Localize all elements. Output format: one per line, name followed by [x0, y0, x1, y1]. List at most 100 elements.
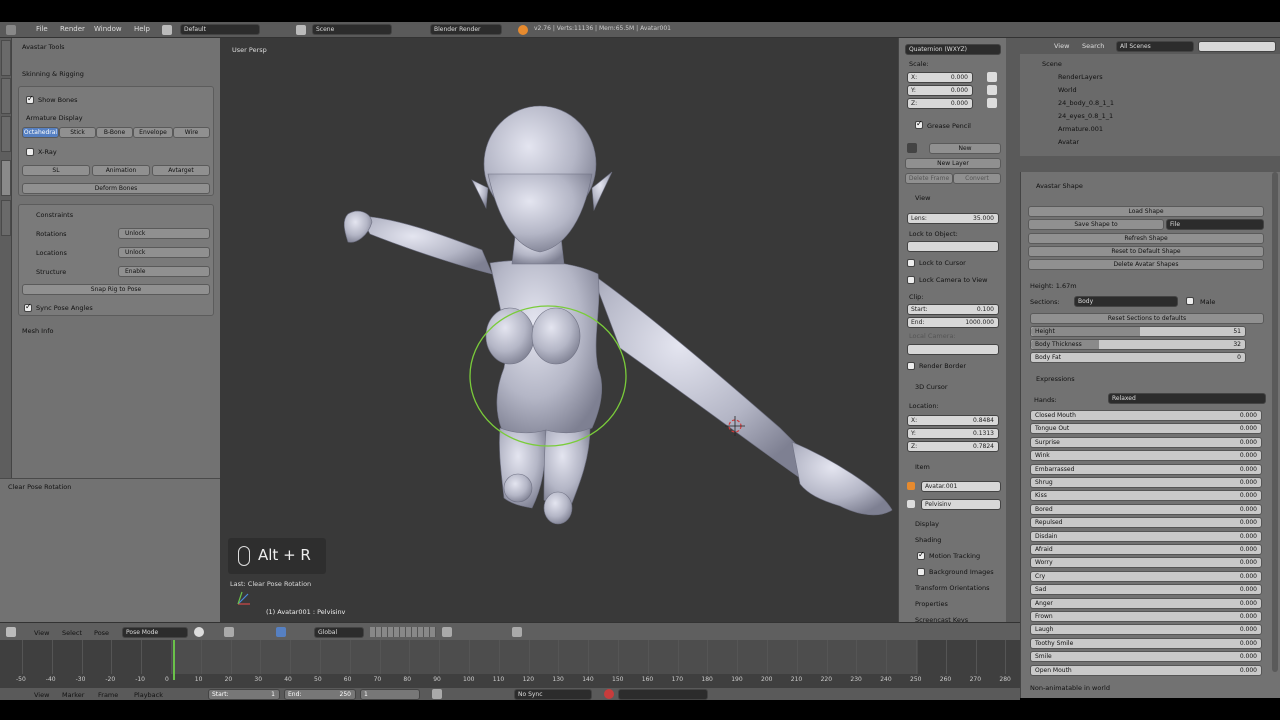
tab-avatar[interactable] [1, 160, 11, 196]
avatar-mesh[interactable] [343, 105, 893, 525]
timeline-menu-view[interactable]: View [34, 691, 49, 699]
render-icon[interactable] [512, 627, 522, 637]
avastar-tools-header[interactable]: Avastar Tools [22, 43, 65, 51]
expression-slider[interactable]: Afraid 0.000 [1030, 544, 1262, 555]
hands-select[interactable]: Relaxed [1108, 393, 1266, 404]
menu-pose[interactable]: Pose [94, 629, 109, 637]
item-object-field[interactable]: Avatar.001 [921, 481, 1001, 492]
shading-icon[interactable] [194, 627, 204, 637]
properties-scrollbar[interactable] [1272, 172, 1278, 672]
expression-slider[interactable]: Wink 0.000 [1030, 450, 1262, 462]
expression-slider[interactable]: Open Mouth 0.000 [1030, 664, 1262, 676]
expression-slider[interactable]: Anger 0.000 [1030, 597, 1262, 609]
timeline-menu-frame[interactable]: Frame [98, 691, 118, 699]
3d-viewport[interactable]: User Persp Alt + R Last: Clear Pose Rota… [220, 38, 898, 622]
display-header[interactable]: Display [915, 520, 939, 528]
body-slider[interactable]: Body Thickness 32 [1030, 339, 1246, 350]
expression-slider[interactable]: Surprise 0.000 [1030, 436, 1262, 448]
tab-animation[interactable] [1, 200, 11, 236]
male-checkbox[interactable] [1186, 297, 1194, 305]
item-header[interactable]: Item [915, 463, 930, 471]
expression-slider[interactable]: Kiss 0.000 [1030, 490, 1262, 502]
rotation-mode-select[interactable]: Quaternion (WXYZ) [905, 44, 1001, 55]
locations-dropdown[interactable]: Unlock [118, 247, 210, 258]
orientation-select[interactable]: Global [314, 627, 364, 638]
expression-slider[interactable]: Frown 0.000 [1030, 611, 1262, 622]
show-bones-checkbox[interactable] [26, 94, 34, 104]
outliner-row[interactable]: World [1058, 86, 1077, 94]
end-frame-field[interactable]: End: 250 [284, 689, 356, 700]
sync-pose-checkbox[interactable] [24, 302, 32, 312]
n-panel-scrollbar[interactable] [1006, 38, 1020, 622]
save-target-select[interactable]: File [1166, 219, 1264, 230]
expression-slider[interactable]: Cry 0.000 [1030, 570, 1262, 582]
item-bone-field[interactable]: Pelvisinv [921, 499, 1001, 510]
expression-slider[interactable]: Worry 0.000 [1030, 557, 1262, 569]
scale-y[interactable]: Y: 0.000 [907, 85, 973, 96]
pivot-icon[interactable] [224, 627, 234, 637]
scale-z[interactable]: Z: 0.000 [907, 98, 973, 109]
cursor-z-field[interactable]: Z: 0.7824 [907, 441, 999, 452]
local-camera-field[interactable] [907, 344, 999, 355]
expression-slider[interactable]: Closed Mouth 0.000 [1030, 410, 1262, 421]
timeline-menu-marker[interactable]: Marker [62, 691, 84, 699]
menu-help[interactable]: Help [134, 25, 150, 33]
menu-select[interactable]: Select [62, 629, 82, 637]
scene-icon[interactable] [296, 25, 306, 35]
expression-slider[interactable]: Disdain 0.000 [1030, 530, 1262, 542]
render-engine-select[interactable]: Blender Render [430, 24, 502, 35]
outliner-row[interactable]: RenderLayers [1058, 73, 1103, 81]
info-editor-icon[interactable] [6, 25, 16, 35]
lock-icon[interactable] [442, 627, 452, 637]
lens-field[interactable]: Lens: 35.000 [907, 213, 999, 224]
lock-cursor-checkbox[interactable] [907, 259, 915, 267]
expression-slider[interactable]: Laugh 0.000 [1030, 624, 1262, 636]
xray-checkbox[interactable] [26, 148, 34, 156]
bone-group-avtarget[interactable]: Avtarget [152, 165, 210, 176]
outliner-menu-search[interactable]: Search [1082, 42, 1104, 50]
current-frame-field[interactable]: 1 [360, 689, 420, 700]
lock-z-icon[interactable] [987, 98, 997, 108]
load-shape-button[interactable]: Load Shape [1028, 206, 1264, 217]
structure-dropdown[interactable]: Enable [118, 266, 210, 277]
new-gp-button[interactable]: New [929, 143, 1001, 154]
outliner-row[interactable]: 24_body_0.8_1_1 [1058, 99, 1114, 107]
body-slider[interactable]: Body Fat 0 [1030, 352, 1246, 363]
tab-tools[interactable] [1, 40, 11, 76]
clip-start-field[interactable]: Start: 0.100 [907, 304, 999, 315]
motion-tracking-header[interactable]: Motion Tracking [929, 552, 980, 560]
expression-slider[interactable]: Tongue Out 0.000 [1030, 423, 1262, 435]
expressions-header[interactable]: Expressions [1036, 375, 1075, 383]
lock-object-field[interactable] [907, 241, 999, 252]
lock-x-icon[interactable] [987, 72, 997, 82]
body-slider[interactable]: Height 51 [1030, 326, 1246, 337]
rotations-dropdown[interactable]: Unlock [118, 228, 210, 239]
refresh-shape-button[interactable]: Refresh Shape [1028, 233, 1264, 244]
background-images-checkbox[interactable] [917, 568, 925, 576]
grease-pencil-header[interactable]: Grease Pencil [927, 122, 971, 130]
outliner-row[interactable]: Armature.001 [1058, 125, 1103, 133]
mode-select[interactable]: Pose Mode [122, 627, 188, 638]
sync-select[interactable]: No Sync [514, 689, 592, 700]
layout-select[interactable]: Default [180, 24, 260, 35]
expression-slider[interactable]: Smile 0.000 [1030, 651, 1262, 663]
display-octahedral[interactable]: Octahedral [22, 127, 59, 138]
current-frame-line[interactable] [173, 640, 175, 680]
properties-header[interactable]: Properties [915, 600, 948, 608]
keying-set-field[interactable] [618, 689, 708, 700]
start-frame-field[interactable]: Start: 1 [208, 689, 280, 700]
menu-window[interactable]: Window [94, 25, 122, 33]
shading-header[interactable]: Shading [915, 536, 941, 544]
grease-pencil-checkbox[interactable] [915, 119, 923, 129]
operator-panel-header[interactable]: Clear Pose Rotation [8, 483, 71, 491]
lock-y-icon[interactable] [987, 85, 997, 95]
expression-slider[interactable]: Bored 0.000 [1030, 503, 1262, 515]
display-envelope[interactable]: Envelope [133, 127, 173, 138]
display-bbone[interactable]: B-Bone [96, 127, 133, 138]
lock-camera-checkbox[interactable] [907, 276, 915, 284]
timeline[interactable]: -50 -40 -30 -20 -10 0 10 20 30 40 50 60 70 80 90 100 110… [0, 640, 1020, 688]
layer-buttons[interactable] [370, 627, 436, 637]
outliner-row[interactable]: 24_eyes_0.8_1_1 [1058, 112, 1113, 120]
scene-select[interactable]: Scene [312, 24, 392, 35]
delete-shapes-button[interactable]: Delete Avatar Shapes [1028, 259, 1264, 270]
